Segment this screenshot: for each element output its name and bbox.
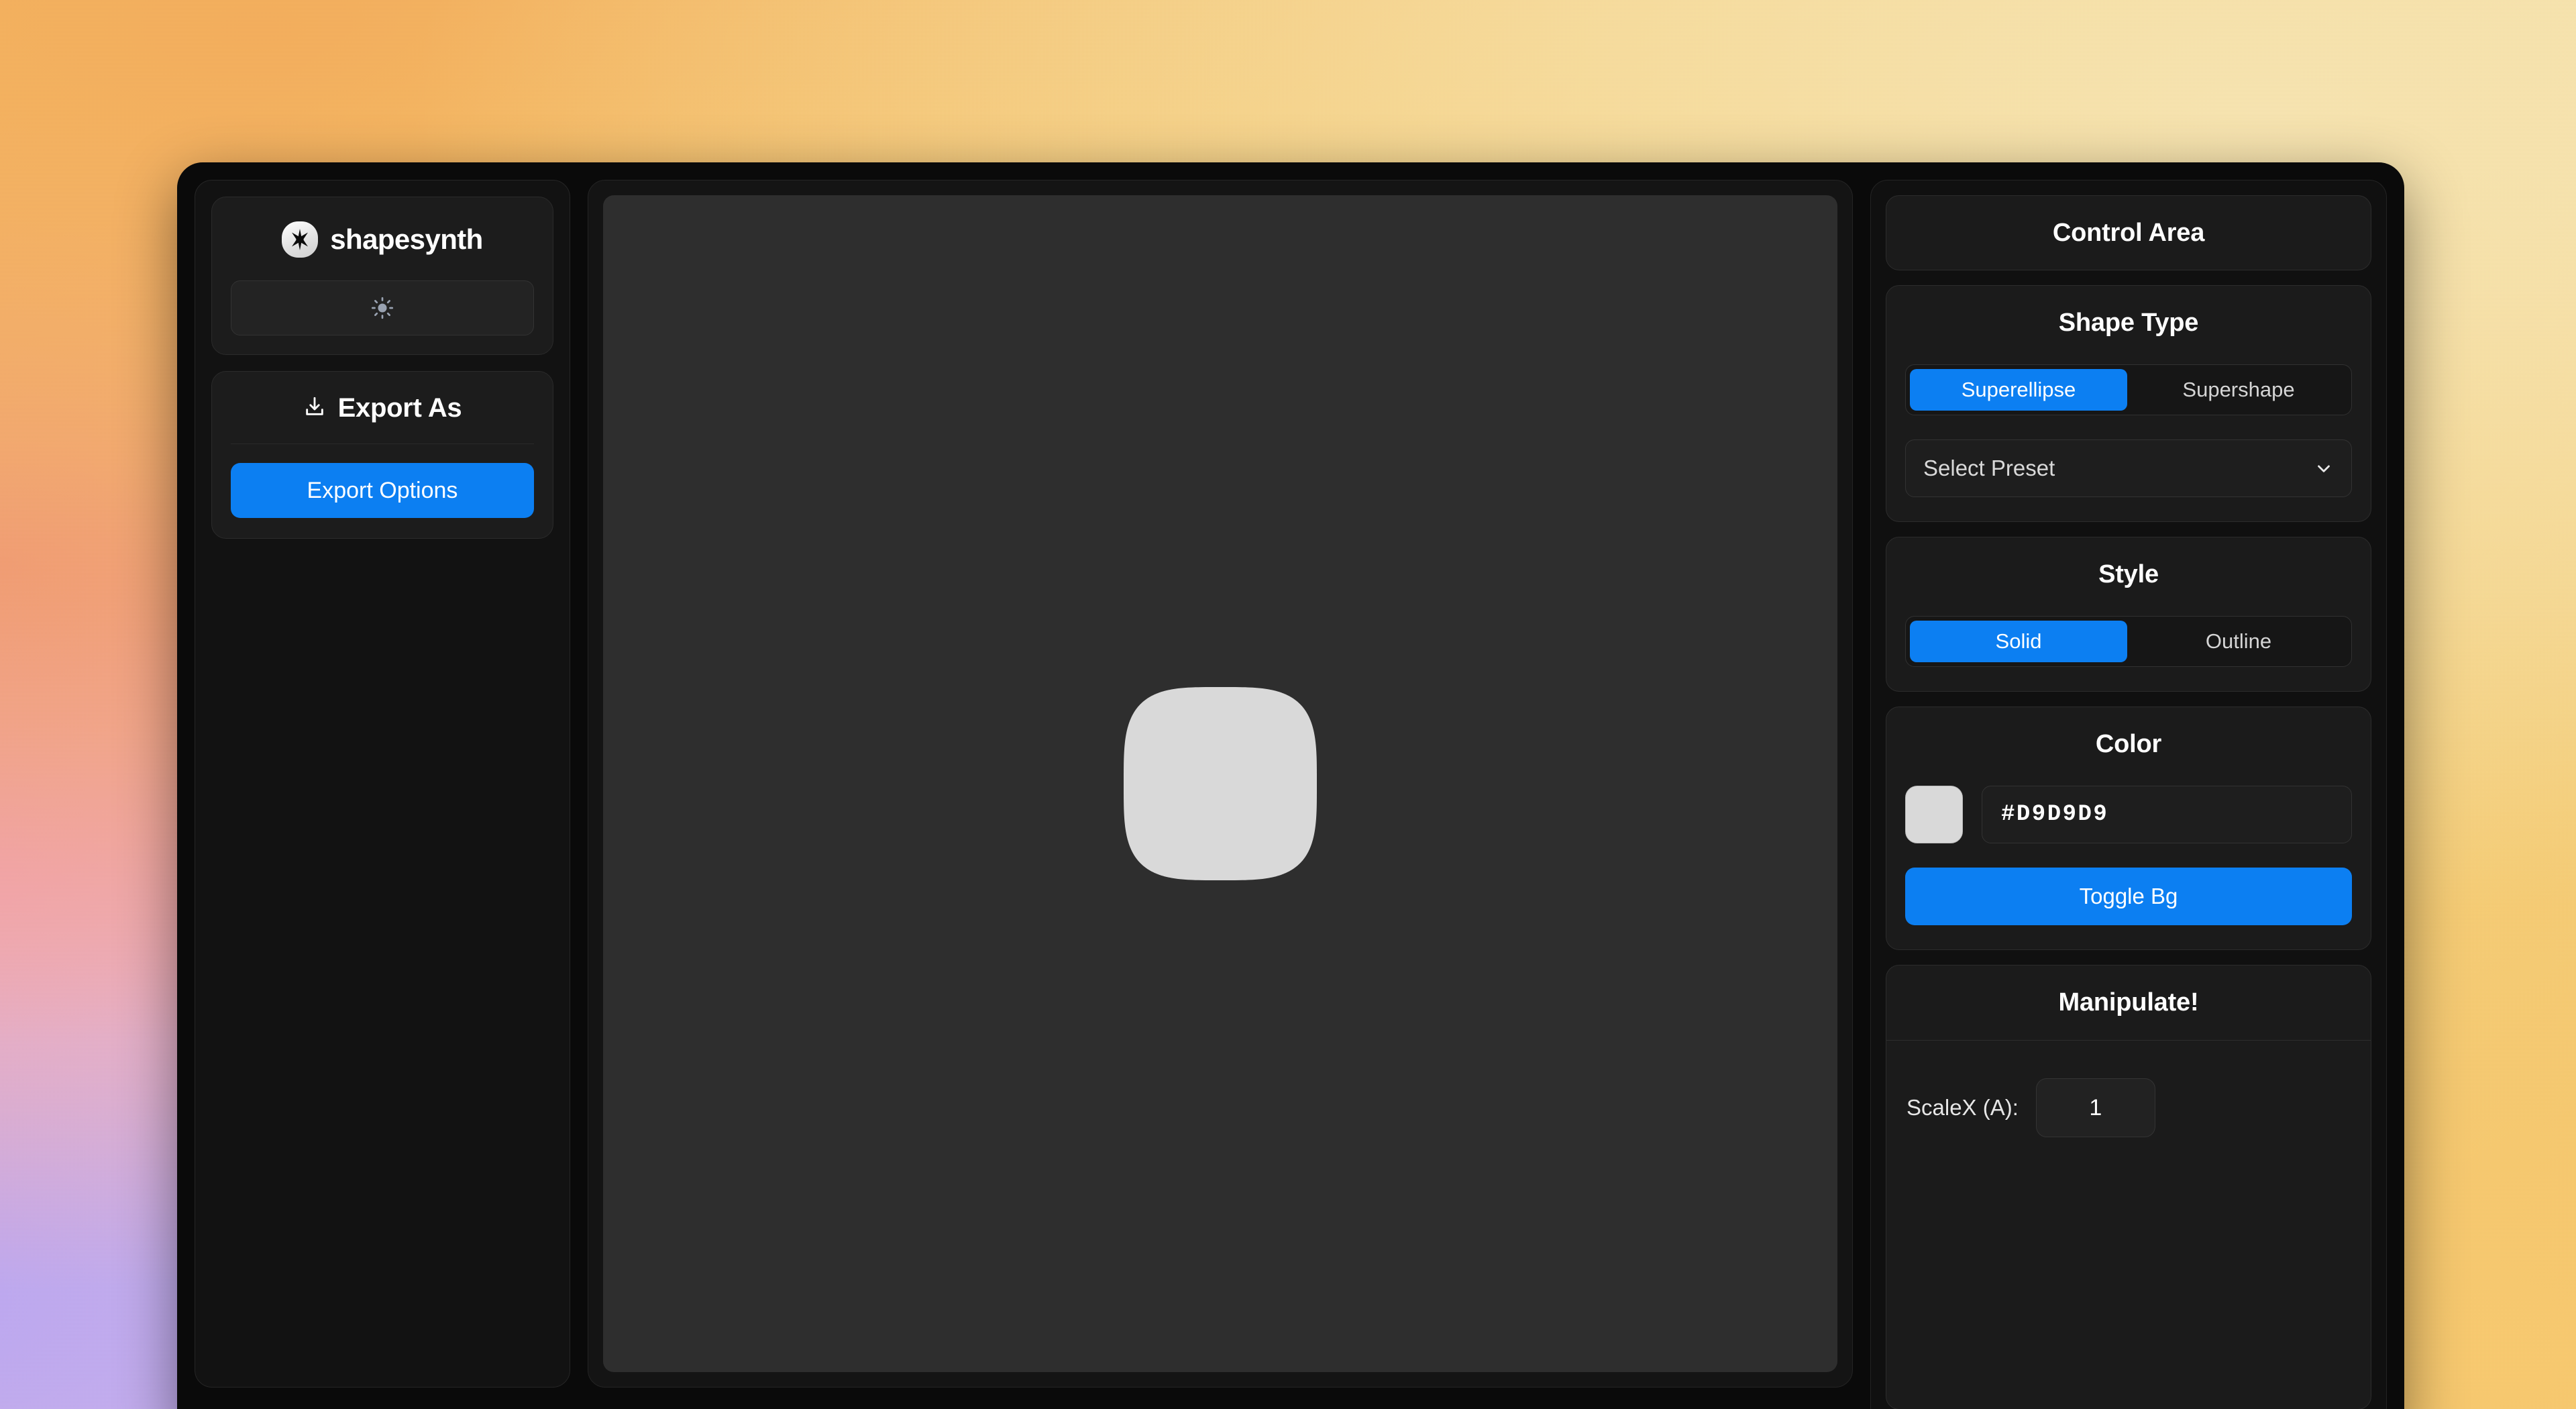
shape-canvas[interactable] xyxy=(603,195,1837,1372)
color-card: Color #D9D9D9 Toggle Bg xyxy=(1886,707,2371,950)
manipulate-card: Manipulate! ScaleX (A): xyxy=(1886,965,2371,1409)
color-title-block: Color xyxy=(1905,730,2352,759)
color-hex-input[interactable]: #D9D9D9 xyxy=(1982,786,2352,843)
control-area-title: Control Area xyxy=(2052,218,2205,247)
shape-type-segmented-control: Superellipse Supershape xyxy=(1905,364,2352,415)
sidebar: shapesynth Export As Export Options xyxy=(195,180,570,1388)
download-icon xyxy=(303,395,326,421)
shape-type-title-block: Shape Type xyxy=(1905,309,2352,337)
toggle-bg-button[interactable]: Toggle Bg xyxy=(1905,868,2352,925)
export-title: Export As xyxy=(337,393,462,423)
manipulate-header: Manipulate! xyxy=(1886,966,2371,1041)
color-title: Color xyxy=(2095,730,2162,758)
style-option-outline[interactable]: Outline xyxy=(2130,621,2347,662)
param-label-scalex: ScaleX (A): xyxy=(1907,1095,2019,1120)
brand-row: shapesynth xyxy=(282,221,483,258)
param-row-scalex: ScaleX (A): xyxy=(1907,1078,2351,1137)
param-input-scalex[interactable] xyxy=(2035,1078,2155,1137)
color-swatch[interactable] xyxy=(1905,786,1963,843)
brand-name: shapesynth xyxy=(330,223,483,255)
export-header: Export As xyxy=(231,393,534,444)
preset-select-label: Select Preset xyxy=(1923,456,2055,480)
shape-type-card: Shape Type Superellipse Supershape Selec… xyxy=(1886,285,2371,522)
style-card: Style Solid Outline xyxy=(1886,537,2371,692)
control-panel: Control Area Shape Type Superellipse Sup… xyxy=(1870,180,2387,1409)
style-title: Style xyxy=(2098,560,2159,588)
canvas-wrapper xyxy=(588,180,1853,1388)
superellipse-shape xyxy=(1124,687,1317,880)
app-window: shapesynth Export As Export Options Cont… xyxy=(177,162,2404,1409)
shape-type-title: Shape Type xyxy=(2058,309,2199,337)
style-option-solid[interactable]: Solid xyxy=(1910,621,2127,662)
theme-toggle-button[interactable] xyxy=(231,280,534,335)
control-area-header-card: Control Area xyxy=(1886,195,2371,270)
export-options-button[interactable]: Export Options xyxy=(231,463,534,518)
shape-type-option-supershape[interactable]: Supershape xyxy=(2130,369,2347,411)
chevron-down-icon xyxy=(2314,458,2334,478)
brand-card: shapesynth xyxy=(211,197,553,355)
export-card: Export As Export Options xyxy=(211,371,553,539)
sun-icon xyxy=(371,297,394,319)
six-point-star-icon xyxy=(282,221,319,258)
preset-select[interactable]: Select Preset xyxy=(1905,439,2352,497)
style-segmented-control: Solid Outline xyxy=(1905,616,2352,667)
manipulate-body: ScaleX (A): xyxy=(1886,1041,2371,1157)
color-row: #D9D9D9 xyxy=(1905,786,2352,843)
color-hex-value: #D9D9D9 xyxy=(2001,802,2109,827)
style-title-block: Style xyxy=(1905,560,2352,589)
shape-type-option-superellipse[interactable]: Superellipse xyxy=(1910,369,2127,411)
manipulate-title: Manipulate! xyxy=(2058,988,2199,1016)
